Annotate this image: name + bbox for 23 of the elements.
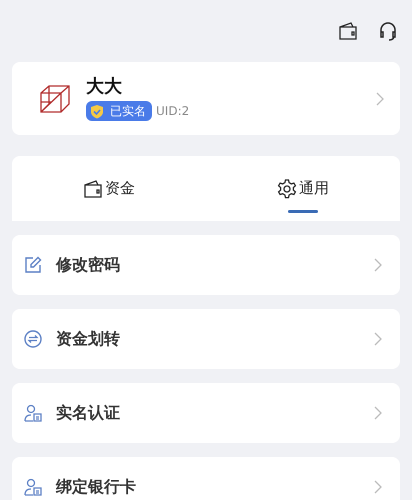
shield-icon — [90, 104, 104, 119]
verified-badge: 已实名 — [86, 101, 152, 122]
chevron-icon — [374, 406, 382, 420]
chevron-icon — [374, 480, 382, 494]
tab[interactable]: 资金 — [12, 156, 206, 221]
menu-item[interactable]: 资金划转 — [12, 309, 400, 369]
chevron-icon — [374, 258, 382, 272]
user-name: 大大 — [86, 76, 123, 98]
edit-icon — [24, 256, 42, 274]
menu-item[interactable]: 实名认证 — [12, 383, 400, 443]
menu-item[interactable]: 绑定银行卡 — [12, 457, 400, 500]
tab[interactable]: 通用 — [206, 156, 400, 221]
id-card-icon — [24, 404, 42, 422]
settings-icon — [277, 178, 297, 198]
chevron-icon — [374, 332, 382, 346]
avatar-icon — [40, 84, 70, 112]
headset-icon[interactable] — [378, 21, 398, 41]
wallet-icon — [83, 180, 103, 198]
transfer-icon — [24, 330, 42, 348]
id-card-icon — [24, 478, 42, 496]
menu-item[interactable]: 修改密码 — [12, 235, 400, 295]
wallet-icon[interactable] — [338, 22, 358, 40]
uid-text: UID:2 — [156, 103, 190, 120]
